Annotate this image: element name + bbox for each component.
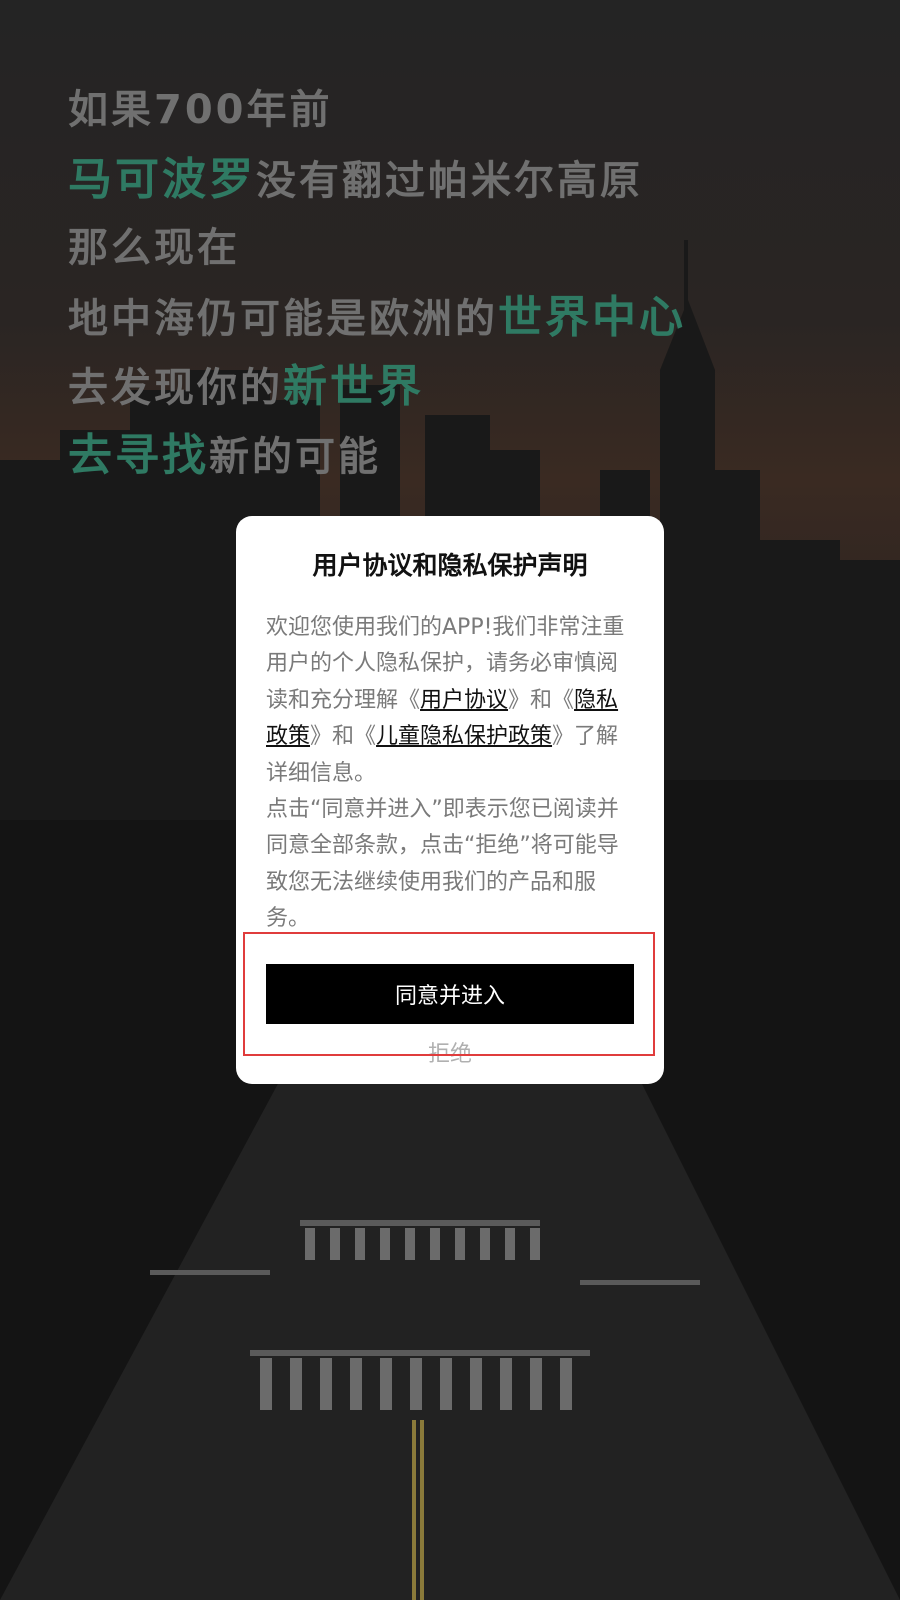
slogan-segment: 新的可能 [209,434,381,480]
child-privacy-policy-link[interactable]: 儿童隐私保护政策 [376,724,552,749]
slogan-line: 去寻找新的可能 [68,421,686,490]
privacy-dialog: 用户协议和隐私保护声明 欢迎您使用我们的APP!我们非常注重用户的个人隐私保护，… [236,516,664,1084]
body-text: 点击“同意并进入”即表示您已阅读并同意全部条款，点击“拒绝”将可能导致您无法继续… [266,797,619,932]
slogan-line: 如果700年前 [68,76,686,145]
body-text: 》和《 [310,724,377,750]
slogan-highlight: 去寻找 [68,430,209,481]
dialog-title: 用户协议和隐私保护声明 [312,551,588,580]
user-agreement-link[interactable]: 用户协议 [420,688,508,713]
slogan-segment: 如果700年前 [68,87,333,133]
slogan-text: 如果700年前 马可波罗没有翻过帕米尔高原 那么现在 地中海仍可能是欧洲的世界中… [68,76,686,490]
dialog-body: 欢迎您使用我们的APP!我们非常注重用户的个人隐私保护，请务必审慎阅读和充分理解… [266,610,636,938]
slogan-highlight: 马可波罗 [68,154,256,205]
slogan-line: 去发现你的新世界 [68,352,686,421]
slogan-segment: 那么现在 [68,225,240,271]
slogan-segment: 没有翻过帕米尔高原 [256,158,643,204]
slogan-line: 马可波罗没有翻过帕米尔高原 [68,145,686,214]
slogan-highlight: 世界中心 [498,292,686,343]
slogan-line: 地中海仍可能是欧洲的世界中心 [68,283,686,352]
agree-button[interactable]: 同意并进入 [266,964,634,1024]
slogan-segment: 地中海仍可能是欧洲的 [68,296,498,342]
body-text: 》和《 [508,687,575,713]
slogan-line: 那么现在 [68,214,686,283]
slogan-segment: 去发现你的 [68,365,283,411]
slogan-highlight: 新世界 [283,361,424,412]
refuse-button[interactable]: 拒绝 [236,1036,664,1068]
